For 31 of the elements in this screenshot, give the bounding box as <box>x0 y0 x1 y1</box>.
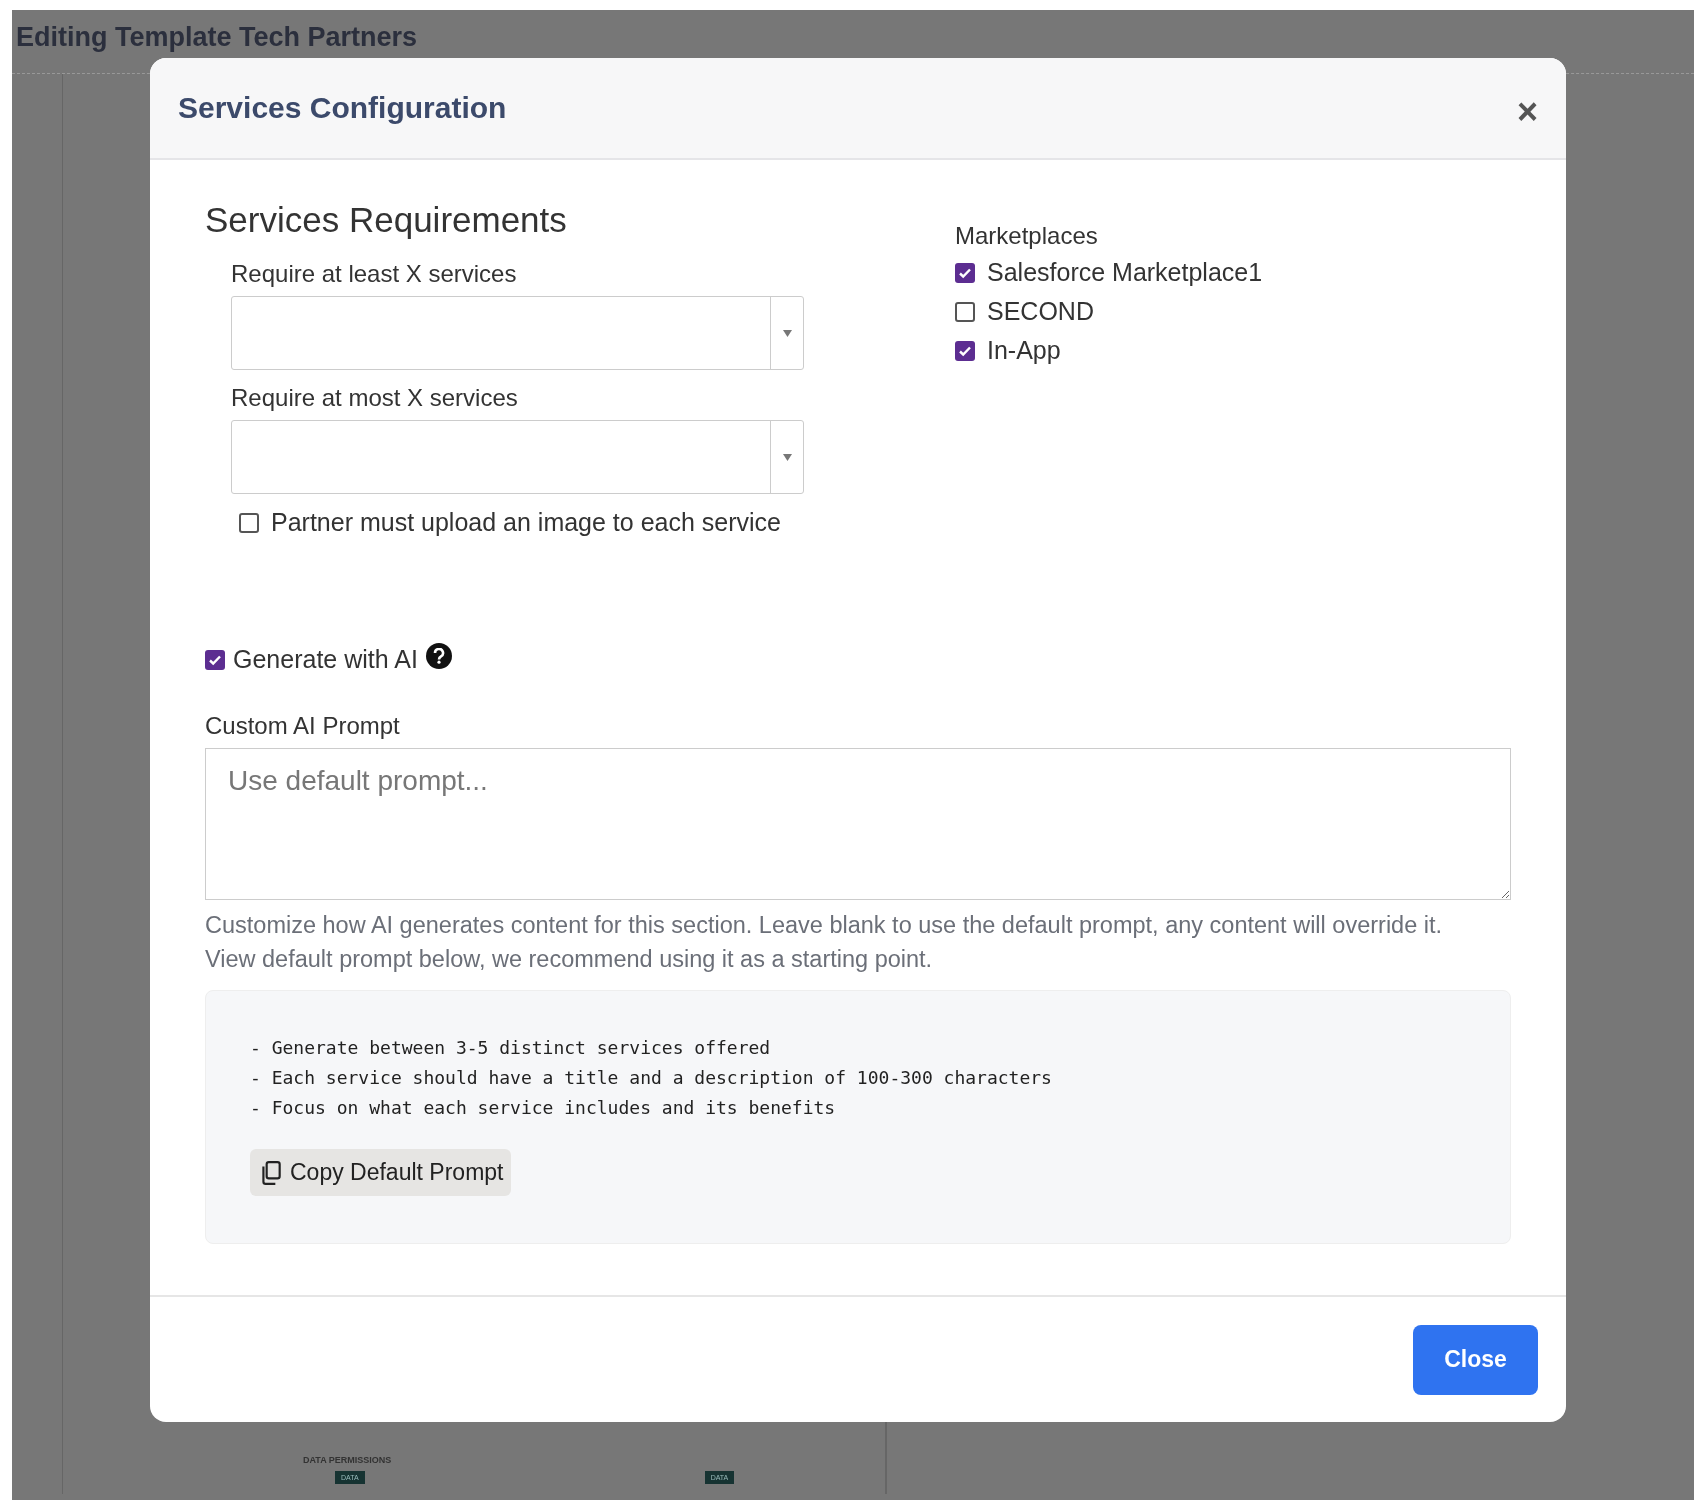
checkbox[interactable] <box>955 340 975 361</box>
checkbox[interactable] <box>955 262 975 283</box>
close-button[interactable]: × <box>1516 94 1538 130</box>
checkbox-label: SECOND <box>987 297 1094 326</box>
code-line: - Generate between 3-5 distinct services offered <box>250 1036 772 1060</box>
checkbox[interactable] <box>205 649 225 670</box>
checkbox-label: In-App <box>987 336 1061 365</box>
field-label: Require at least X services <box>231 260 518 288</box>
checkbox-label: Salesforce Marketplace1 <box>987 258 1263 287</box>
section-heading: Services Requirements <box>205 200 568 240</box>
help-text: Customize how AI generates content for this section. Leave blank to use the default prompt, any content will override it. <box>205 911 1444 940</box>
help-icon[interactable] <box>425 642 452 669</box>
checkbox[interactable] <box>955 301 975 322</box>
section-label: DATA PERMISSIONS <box>303 1455 393 1465</box>
prompt-input[interactable]: Use default prompt... <box>205 748 1511 900</box>
close-button[interactable]: Close <box>1413 1324 1538 1395</box>
code-line: - Each service should have a title and a description of 100-300 characters <box>250 1066 1053 1090</box>
help-text: View default prompt below, we recommend using it as a starting point. <box>205 945 934 974</box>
checkbox-label: Generate with AI <box>233 645 418 674</box>
select-field[interactable] <box>231 420 804 494</box>
select-field[interactable] <box>231 296 804 370</box>
dialog-title: Services Configuration <box>178 91 507 125</box>
code-line: - Focus on what each service includes and its benefits <box>250 1096 837 1120</box>
copy-button[interactable]: Copy Default Prompt <box>250 1149 512 1196</box>
field-label: Custom AI Prompt <box>205 712 401 740</box>
checkbox-label: Partner must upload an image to each service <box>271 508 781 537</box>
caret-icon <box>782 453 792 461</box>
checkbox[interactable] <box>239 512 259 533</box>
caret-icon <box>782 329 792 337</box>
field-label: Require at most X services <box>231 384 519 412</box>
field-label: Marketplaces <box>955 222 1099 250</box>
